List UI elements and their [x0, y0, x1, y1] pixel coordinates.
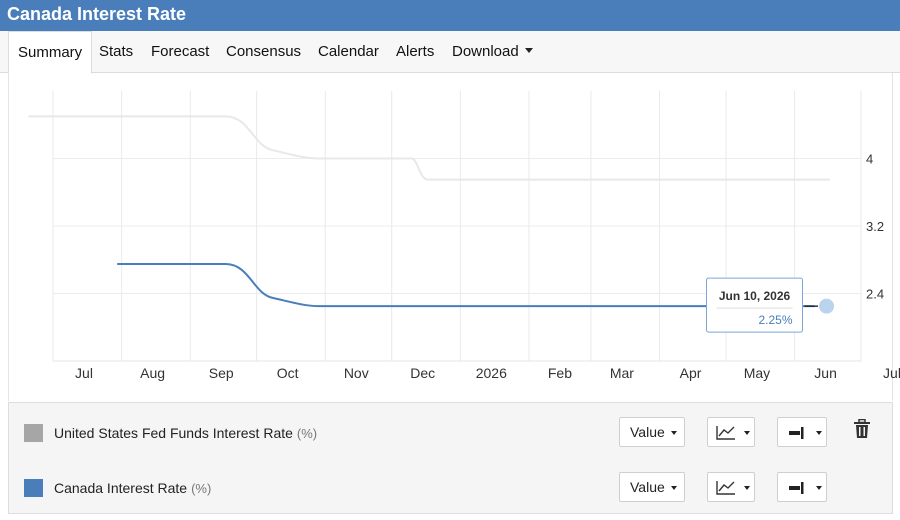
series-color-swatch [24, 479, 43, 497]
y-axis-ticks: 2.4 3.2 4 [866, 152, 884, 302]
page-title: Canada Interest Rate [7, 4, 187, 24]
chart-tooltip: Jun 10, 2026 2.25% [706, 277, 836, 333]
tooltip-value: 2.25% [758, 313, 792, 327]
x-tick-label: Sep [209, 365, 234, 381]
chevron-down-icon [816, 486, 822, 490]
axis-side-dropdown[interactable] [777, 472, 827, 502]
series-line-us-fed-funds [28, 115, 831, 181]
trash-icon[interactable] [853, 419, 871, 439]
tab-download[interactable]: Download [452, 31, 533, 73]
chevron-down-icon [524, 48, 533, 53]
series-unit: (%) [191, 481, 212, 496]
value-dropdown-label: Value [630, 424, 665, 440]
legend-row-canada: Canada Interest Rate (%) Value [9, 468, 892, 508]
line-chart[interactable]: Jul Aug Sep Oct Nov Dec 2026 Feb Mar Apr May Jun Jul… [0, 73, 900, 400]
series-name[interactable]: United States Fed Funds Interest Rate (%) [54, 425, 317, 441]
chevron-down-icon [744, 486, 750, 490]
x-tick-label: Dec [410, 365, 435, 381]
chevron-down-icon [744, 431, 750, 435]
value-dropdown-label: Value [630, 479, 665, 495]
value-dropdown[interactable]: Value [619, 472, 685, 502]
series-name-text: Canada Interest Rate [54, 480, 188, 496]
tab-stats[interactable]: Stats [99, 31, 133, 73]
y-tick-label: 4 [866, 152, 873, 167]
highlight-marker [818, 297, 836, 315]
chart-type-dropdown[interactable] [707, 472, 755, 502]
tab-alerts[interactable]: Alerts [396, 31, 434, 73]
x-axis-ticks: Jul Aug Sep Oct Nov Dec 2026 Feb Mar Apr May Jun Jul [75, 365, 900, 381]
x-tick-label: Nov [344, 365, 369, 381]
chart-type-dropdown[interactable] [707, 417, 755, 447]
series-color-swatch [24, 424, 43, 442]
series-name[interactable]: Canada Interest Rate (%) [54, 480, 211, 496]
chevron-down-icon [816, 431, 822, 435]
chevron-down-icon [671, 486, 677, 490]
tab-calendar[interactable]: Calendar [318, 31, 379, 73]
title-bar: Canada Interest Rate [0, 0, 900, 31]
tab-download-label: Download [452, 43, 519, 60]
x-tick-label: 2026 [476, 365, 507, 381]
chevron-down-icon [671, 431, 677, 435]
x-tick-label: Jul [883, 365, 900, 381]
x-tick-label: Oct [277, 365, 299, 381]
axis-right-icon [789, 427, 804, 439]
series-name-text: United States Fed Funds Interest Rate [54, 425, 293, 441]
axis-right-icon [789, 482, 804, 494]
y-tick-label: 2.4 [866, 287, 884, 302]
value-dropdown[interactable]: Value [619, 417, 685, 447]
line-chart-icon [716, 481, 735, 495]
x-tick-label: Mar [610, 365, 634, 381]
x-tick-label: Feb [548, 365, 572, 381]
tab-forecast[interactable]: Forecast [151, 31, 209, 73]
tab-consensus[interactable]: Consensus [226, 31, 301, 73]
series-unit: (%) [296, 426, 318, 441]
axis-side-dropdown[interactable] [777, 417, 827, 447]
x-tick-label: Aug [140, 365, 165, 381]
legend-row-us: United States Fed Funds Interest Rate (%)… [9, 413, 892, 453]
x-tick-label: Jun [814, 365, 837, 381]
x-tick-label: Jul [75, 365, 93, 381]
line-chart-icon [716, 426, 735, 440]
tab-summary[interactable]: Summary [8, 31, 93, 74]
tooltip-date: Jun 10, 2026 [719, 289, 791, 303]
y-tick-label: 3.2 [866, 219, 884, 234]
x-tick-label: May [744, 365, 770, 381]
x-tick-label: Apr [680, 365, 702, 381]
tab-bar: Summary Stats Forecast Consensus Calenda… [0, 31, 900, 74]
legend-panel: United States Fed Funds Interest Rate (%)… [8, 402, 893, 514]
